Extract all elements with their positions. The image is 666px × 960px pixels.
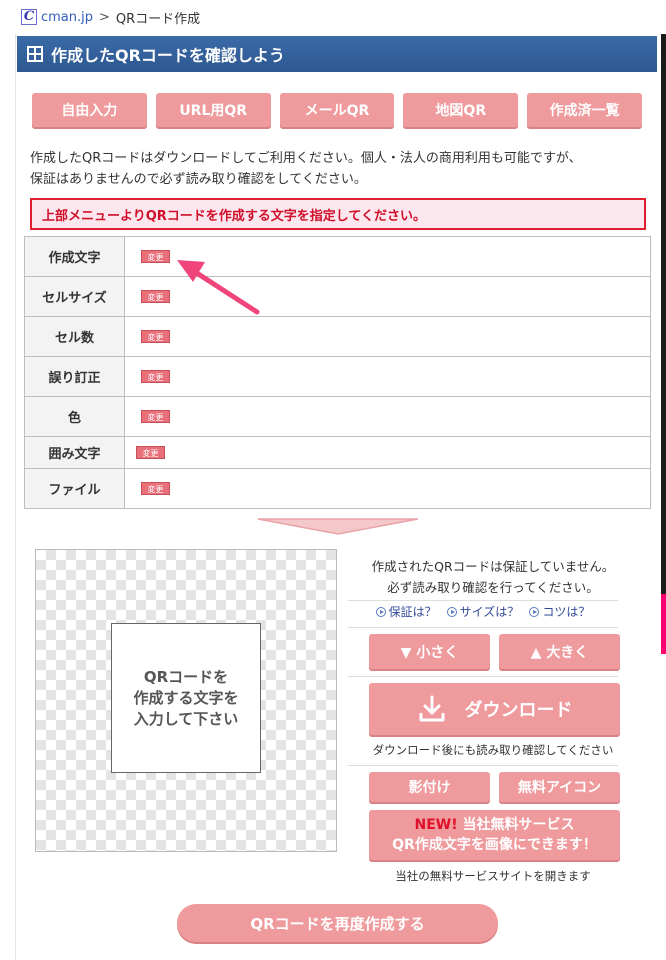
pointer-arrow-icon (177, 260, 260, 315)
change-text-button[interactable]: 変更 (141, 250, 170, 263)
table-row: 誤り訂正 変更 (24, 356, 651, 397)
menu-mail-qr-button[interactable]: メールQR (279, 93, 395, 127)
change-color-button[interactable]: 変更 (141, 410, 170, 423)
table-row: 囲み文字 変更 (24, 436, 651, 469)
mode-menu: 自由入力 URL用QR メールQR 地図QR 作成済一覧 (32, 93, 642, 127)
change-frame-text-button[interactable]: 変更 (136, 446, 165, 459)
promo-line-1: 当社無料サービス (457, 817, 575, 833)
grid-icon (27, 46, 43, 62)
placeholder-line-1: QRコードを (143, 667, 229, 686)
menu-free-input-button[interactable]: 自由入力 (32, 93, 147, 127)
free-icon-button[interactable]: 無料アイコン (499, 772, 620, 802)
promo-button[interactable]: NEW! 当社無料サービス QR作成文字を画像にできます！ (369, 810, 620, 860)
promo-line-2: QR作成文字を画像にできます！ (392, 837, 597, 853)
row-label: 色 (24, 396, 125, 437)
row-label: セル数 (24, 316, 125, 357)
row-label: 誤り訂正 (24, 356, 125, 397)
shadow-button[interactable]: 影付け (369, 772, 490, 802)
note-line-1: 作成されたQRコードは保証していません。 (371, 559, 615, 574)
section-header: 作成したQRコードを確認しよう (17, 36, 657, 72)
settings-table: 作成文字 変更 セルサイズ 変更 セル数 変更 誤り訂正 変更 色 変更 囲み文… (24, 236, 651, 509)
breadcrumb: C cman.jp > QRコード作成 (0, 0, 666, 34)
play-circle-icon (375, 606, 386, 617)
qr-placeholder: QRコードを 作成する文字を 入力して下さい (111, 623, 261, 773)
row-label: ファイル (24, 468, 125, 509)
intro-line-2: 保証はありませんので必ず読み取り確認をしてください。 (30, 172, 367, 187)
table-row: セルサイズ 変更 (24, 276, 651, 317)
divider (348, 676, 618, 677)
download-note: ダウンロード後にも読み取り確認してください (372, 743, 614, 757)
help-links: 保証は？ サイズは？ コツは？ (348, 603, 618, 620)
placeholder-line-3: 入力して下さい (133, 709, 239, 728)
row-label: 作成文字 (24, 236, 125, 277)
guarantee-note: 作成されたQRコードは保証していません。 必ず読み取り確認を行ってください。 (348, 556, 638, 598)
table-row: 作成文字 変更 (24, 236, 651, 277)
promo-note: 当社の無料サービスサイトを開きます (395, 869, 591, 883)
help-tips-link[interactable]: コツは？ (529, 603, 590, 620)
right-scrollbar[interactable] (661, 34, 666, 654)
row-label: セルサイズ (24, 276, 125, 317)
qr-preview: QRコードを 作成する文字を 入力して下さい (35, 549, 337, 852)
placeholder-line-2: 作成する文字を (133, 688, 239, 707)
page-title: 作成したQRコードを確認しよう (51, 46, 285, 65)
new-badge: NEW! (414, 817, 458, 833)
alert-message: 上部メニューよりQRコードを作成する文字を指定してください。 (30, 198, 646, 230)
download-icon (419, 695, 444, 722)
change-file-button[interactable]: 変更 (141, 482, 170, 495)
change-cell-count-button[interactable]: 変更 (141, 330, 170, 343)
download-button[interactable]: ダウンロード (369, 683, 620, 735)
play-circle-icon (446, 606, 457, 617)
change-cell-size-button[interactable]: 変更 (141, 290, 170, 303)
divider (348, 765, 618, 766)
menu-created-list-button[interactable]: 作成済一覧 (527, 93, 642, 127)
divider (348, 627, 618, 628)
table-row: ファイル 変更 (24, 468, 651, 509)
cman-logo-icon: C (21, 9, 37, 25)
smaller-button[interactable]: ▼ 小さく (369, 634, 490, 669)
menu-url-qr-button[interactable]: URL用QR (155, 93, 271, 127)
play-circle-icon (529, 606, 540, 617)
menu-map-qr-button[interactable]: 地図QR (403, 93, 519, 127)
table-row: 色 変更 (24, 396, 651, 437)
breadcrumb-separator: > (99, 9, 110, 25)
breadcrumb-current: QRコード作成 (115, 11, 201, 27)
download-label: ダウンロード (464, 700, 573, 721)
bigger-button[interactable]: ▲ 大きく (499, 634, 620, 669)
breadcrumb-site-link[interactable]: cman.jp (41, 10, 93, 25)
help-size-link[interactable]: サイズは？ (446, 603, 519, 620)
intro-text: 作成したQRコードはダウンロードしてご利用ください。個人・法人の商用利用も可能で… (30, 148, 650, 190)
row-label: 囲み文字 (24, 436, 125, 469)
down-arrow-icon (257, 518, 419, 535)
divider (348, 600, 618, 601)
recreate-qr-button[interactable]: QRコードを再度作成する (177, 904, 498, 942)
table-row: セル数 変更 (24, 316, 651, 357)
help-guarantee-link[interactable]: 保証は？ (375, 603, 437, 620)
note-line-2: 必ず読み取り確認を行ってください。 (387, 580, 599, 595)
change-error-correction-button[interactable]: 変更 (141, 370, 170, 383)
intro-line-1: 作成したQRコードはダウンロードしてご利用ください。個人・法人の商用利用も可能で… (30, 151, 582, 166)
